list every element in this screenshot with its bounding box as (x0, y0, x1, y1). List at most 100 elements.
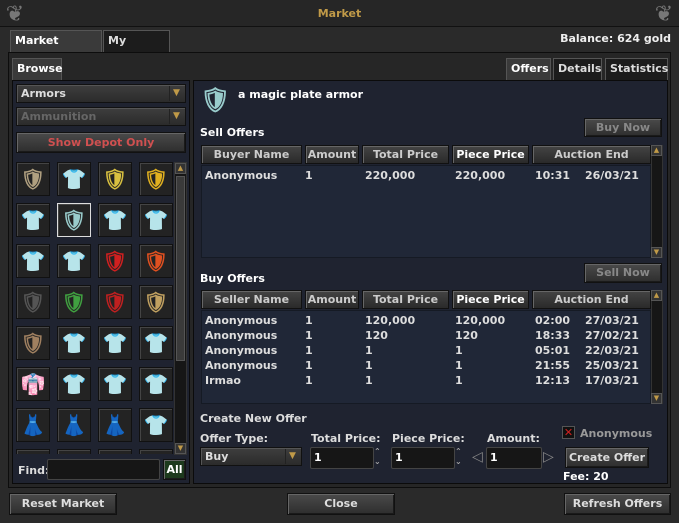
piece-price-spinner-icon[interactable]: ⌃ ⌄ (455, 447, 465, 467)
tab-details[interactable]: Details (553, 58, 602, 80)
chevron-down-icon: ▼ (169, 109, 183, 124)
green-armor-icon[interactable]: 🛡 (57, 285, 91, 319)
column-header[interactable]: Amount (305, 145, 359, 164)
cell: 22/03/21 (585, 344, 639, 357)
scroll-down-icon[interactable]: ▼ (651, 247, 662, 258)
table-scrollbar[interactable] (651, 290, 663, 404)
white-dress-icon[interactable]: 👗 (57, 408, 91, 442)
dark-armor-icon[interactable]: 🛡 (16, 285, 50, 319)
tab-offers[interactable]: Offers (506, 58, 551, 80)
find-input[interactable] (47, 459, 160, 480)
total-price-input[interactable]: 1 (310, 447, 374, 469)
brown-coat-icon[interactable]: 👕 (57, 326, 91, 360)
cell: 1 (305, 314, 313, 327)
blue-robe-icon[interactable]: 👕 (57, 367, 91, 401)
sell-offers-table: Buyer Name Amount Total Price Piece Price Au… (201, 145, 663, 258)
tab-my-offers[interactable]: My Offers (103, 30, 170, 67)
category-select[interactable]: Armors ▼ (16, 84, 186, 103)
column-header[interactable]: Total Price (362, 145, 449, 164)
green-gown-icon[interactable]: 👗 (98, 408, 132, 442)
item-slot[interactable] (57, 449, 91, 454)
cell: 1 (365, 374, 373, 387)
tab-market-offers[interactable]: Market Offers (10, 30, 102, 67)
table-row[interactable]: Anonymous 1 1 1 21:55 25/03/21 (201, 358, 651, 373)
column-header[interactable]: Auction End (532, 290, 651, 309)
blue-cape-icon[interactable]: 👕 (139, 367, 173, 401)
cell: 26/03/21 (585, 169, 639, 182)
table-row[interactable]: Anonymous 1 220,000 220,000 10:31 26/03/21 (201, 168, 651, 183)
orange-armor-icon[interactable]: 👕 (98, 203, 132, 237)
fire-cape-icon[interactable]: 👕 (139, 408, 173, 442)
balance: Balance: 624 gold (560, 32, 671, 45)
column-header[interactable]: Amount (305, 290, 359, 309)
cell: 25/03/21 (585, 359, 639, 372)
green-tunic-icon[interactable]: 👕 (139, 326, 173, 360)
gold-plate-icon[interactable]: 🛡 (139, 285, 173, 319)
cell: 1 (455, 359, 463, 372)
increase-amount-icon[interactable]: ▷ (543, 449, 554, 465)
crimson-armor-icon[interactable]: 🛡 (98, 285, 132, 319)
scroll-down-icon[interactable]: ▼ (651, 393, 662, 404)
cell: Anonymous (205, 329, 278, 342)
reset-market-button[interactable]: Reset Market (9, 493, 117, 515)
anonymous-checkbox[interactable]: ✕ (562, 426, 575, 439)
cell: 220,000 (455, 169, 506, 182)
column-header[interactable]: Piece Price (452, 290, 529, 309)
item-slot[interactable] (16, 449, 50, 454)
plate-armor-icon[interactable]: 👕 (139, 203, 173, 237)
refresh-offers-button[interactable]: Refresh Offers (564, 493, 671, 515)
create-offer-title: Create New Offer (200, 412, 307, 425)
piece-price-label: Piece Price: (392, 432, 465, 445)
scroll-up-icon[interactable]: ▲ (175, 163, 186, 174)
table-row[interactable]: Anonymous 1 120,000 120,000 02:00 27/03/21 (201, 313, 651, 328)
sell-now-button[interactable]: Sell Now (584, 263, 662, 283)
scroll-up-icon[interactable]: ▲ (651, 290, 662, 301)
cell: 1 (455, 374, 463, 387)
table-row[interactable]: Irmao 1 1 1 12:13 17/03/21 (201, 373, 651, 388)
column-header[interactable]: Auction End (532, 145, 651, 164)
anonymous-label: Anonymous (580, 427, 653, 440)
piece-price-input[interactable]: 1 (391, 447, 455, 469)
chain-armor-blue-icon[interactable]: 👕 (57, 162, 91, 196)
item-slot[interactable] (98, 449, 132, 454)
red-cape-icon[interactable]: 👕 (98, 367, 132, 401)
cell: 1 (455, 344, 463, 357)
column-header[interactable]: Buyer Name (201, 145, 302, 164)
amount-input[interactable]: 1 (486, 447, 542, 469)
golden-armor-2-icon[interactable]: 🛡 (139, 162, 173, 196)
red-robe-icon[interactable]: 👕 (57, 244, 91, 278)
chain-mail-icon[interactable]: 👕 (16, 244, 50, 278)
close-button[interactable]: Close (287, 493, 395, 515)
leather-armor-icon[interactable]: 👕 (16, 203, 50, 237)
red-kimono-icon[interactable]: 👘 (16, 367, 50, 401)
cell: 1 (305, 359, 313, 372)
create-offer-button[interactable]: Create Offer (565, 447, 649, 468)
column-header[interactable]: Seller Name (201, 290, 302, 309)
golden-armor-icon[interactable]: 🛡 (98, 162, 132, 196)
all-button[interactable]: All (163, 459, 186, 480)
offer-type-select[interactable]: Buy ▼ (200, 447, 302, 466)
scrollbar-thumb[interactable] (176, 176, 185, 361)
column-header[interactable]: Piece Price (452, 145, 529, 164)
cell: Anonymous (205, 314, 278, 327)
green-dress-icon[interactable]: 👗 (16, 408, 50, 442)
decrease-amount-icon[interactable]: ◁ (472, 449, 483, 465)
show-depot-only-button[interactable]: Show Depot Only (16, 132, 186, 153)
red-armor-icon[interactable]: 🛡 (98, 244, 132, 278)
blue-coat-icon[interactable]: 👕 (98, 326, 132, 360)
tab-statistics[interactable]: Statistics (605, 58, 668, 80)
chain-armor-icon[interactable]: 🛡 (16, 162, 50, 196)
column-header[interactable]: Total Price (362, 290, 449, 309)
buy-now-button[interactable]: Buy Now (584, 118, 662, 137)
flame-armor-icon[interactable]: 🛡 (139, 244, 173, 278)
tab-browse[interactable]: Browse (12, 58, 63, 80)
table-row[interactable]: Anonymous 1 1 1 05:01 22/03/21 (201, 343, 651, 358)
item-slot[interactable] (139, 449, 173, 454)
table-scrollbar[interactable] (651, 145, 663, 258)
bronze-armor-icon[interactable]: 🛡 (16, 326, 50, 360)
table-row[interactable]: Anonymous 1 120 120 18:33 27/02/21 (201, 328, 651, 343)
scroll-up-icon[interactable]: ▲ (651, 145, 662, 156)
magic-plate-armor-icon[interactable]: 🛡 (57, 203, 91, 237)
scroll-down-icon[interactable]: ▼ (175, 443, 186, 454)
total-price-spinner-icon[interactable]: ⌃ ⌄ (374, 447, 384, 467)
